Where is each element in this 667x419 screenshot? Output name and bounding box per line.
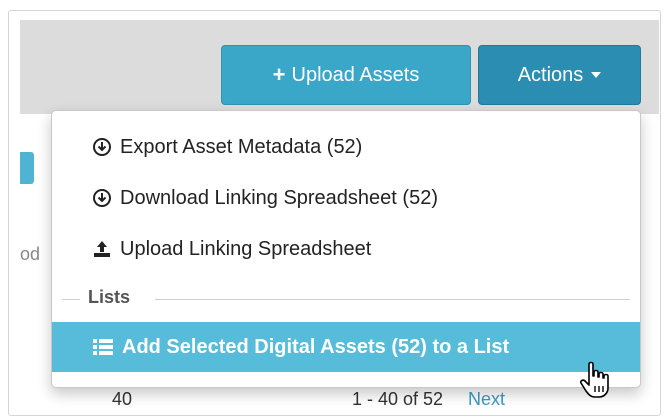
download-circle-icon: [92, 188, 112, 208]
menu-item-label: Export Asset Metadata (52): [120, 135, 363, 158]
section-divider: [155, 299, 630, 300]
menu-item-label: Add Selected Digital Assets (52) to a Li…: [122, 335, 510, 358]
menu-item-add-to-list[interactable]: Add Selected Digital Assets (52) to a Li…: [52, 322, 640, 372]
menu-item-download-spreadsheet[interactable]: Download Linking Spreadsheet (52): [52, 175, 640, 221]
pagination-range: 1 - 40 of 52: [352, 389, 444, 409]
download-circle-icon: [92, 137, 112, 157]
upload-icon: [92, 239, 112, 259]
next-link[interactable]: Next: [468, 389, 505, 410]
background-text: od: [20, 244, 41, 264]
section-header-lists: Lists: [88, 287, 131, 307]
upload-assets-label: Upload Assets: [291, 63, 420, 86]
plus-icon: +: [272, 62, 286, 87]
page-size-text: 40: [112, 389, 133, 409]
menu-item-label: Download Linking Spreadsheet (52): [120, 186, 438, 209]
caret-down-icon: [591, 72, 602, 78]
section-divider: [62, 299, 80, 300]
hand-cursor-icon: [577, 360, 617, 400]
actions-dropdown-menu: Export Asset Metadata (52) Download Link…: [51, 110, 641, 388]
list-icon: [92, 337, 114, 357]
actions-label: Actions: [517, 63, 584, 86]
menu-item-export-metadata[interactable]: Export Asset Metadata (52): [52, 124, 640, 170]
menu-item-label: Upload Linking Spreadsheet: [120, 237, 372, 260]
upload-assets-button[interactable]: + Upload Assets: [221, 45, 471, 105]
actions-button[interactable]: Actions: [478, 45, 641, 105]
background-tab: [20, 152, 34, 184]
menu-item-upload-spreadsheet[interactable]: Upload Linking Spreadsheet: [52, 226, 640, 272]
